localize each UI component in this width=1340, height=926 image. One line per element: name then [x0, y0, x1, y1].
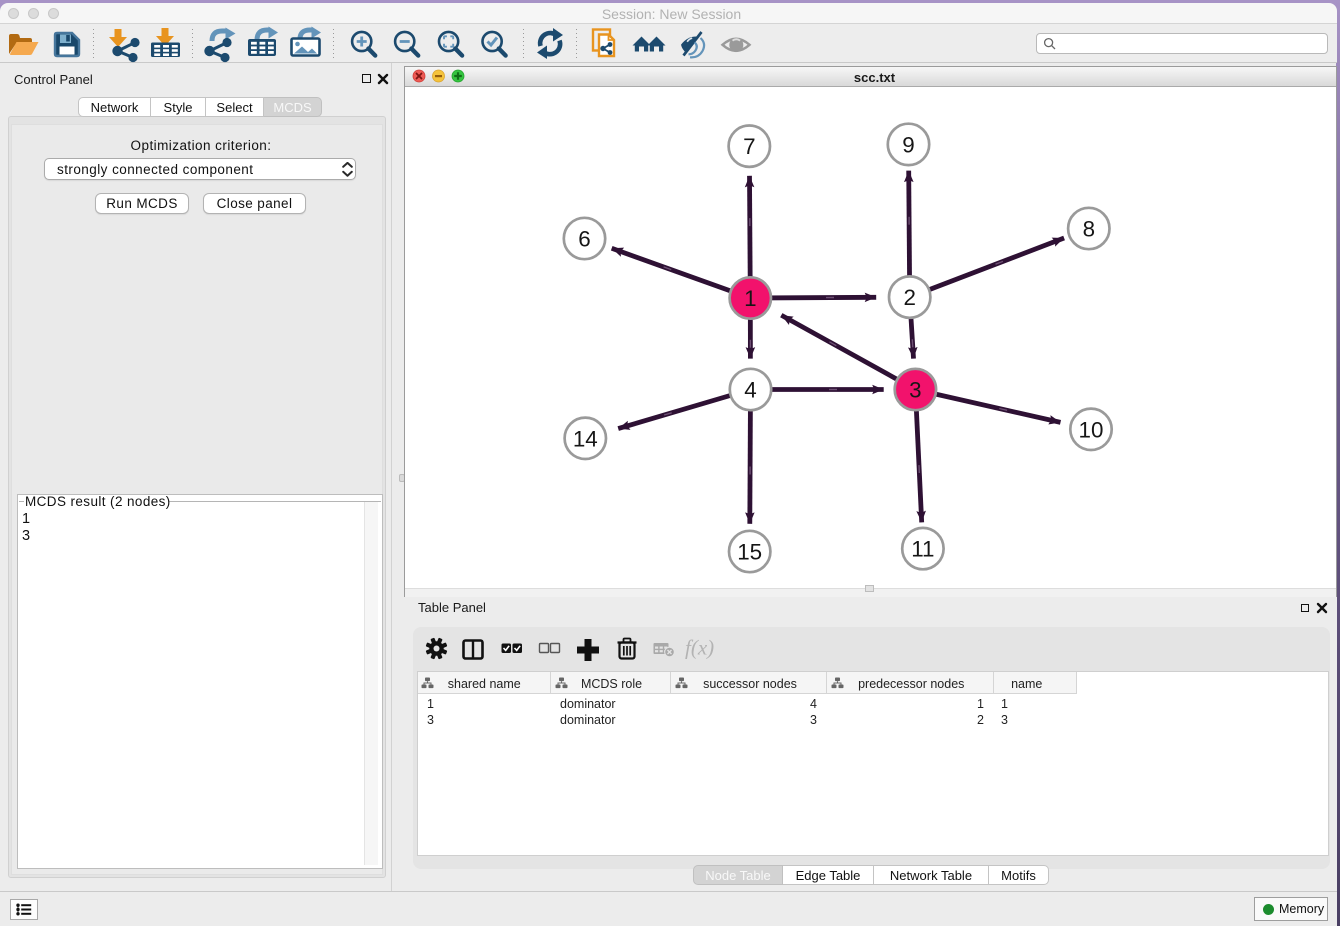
svg-text:9: 9: [902, 132, 914, 157]
svg-text:8: 8: [1083, 217, 1095, 242]
svg-text:15: 15: [737, 540, 762, 565]
svg-text:1: 1: [744, 286, 756, 311]
svg-text:10: 10: [1079, 417, 1104, 442]
svg-text:3: 3: [909, 378, 921, 403]
svg-text:14: 14: [573, 426, 598, 451]
svg-text:7: 7: [743, 134, 755, 159]
svg-text:2: 2: [903, 285, 915, 310]
svg-text:6: 6: [578, 227, 590, 252]
svg-text:11: 11: [911, 537, 934, 562]
svg-text:4: 4: [744, 378, 756, 403]
svg-text:f(x): f(x): [685, 636, 714, 660]
